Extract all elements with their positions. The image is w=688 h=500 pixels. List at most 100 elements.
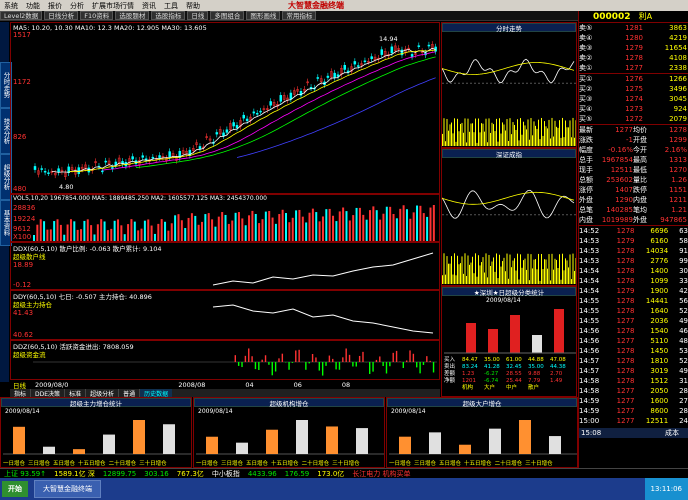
tickRows-row[interactable]: 14:54 1278 1400 30	[579, 266, 688, 276]
tab-1[interactable]: DDE决策	[31, 389, 66, 398]
infoRows-cell: 1.26	[671, 176, 687, 184]
tickRows-row[interactable]: 15:00 1277 12511 24	[579, 416, 688, 426]
sellRows-row[interactable]: 卖④ 1280 4219	[579, 33, 688, 43]
mini2-title: 深证成指	[442, 149, 576, 159]
menu-help[interactable]: 帮助	[182, 1, 204, 11]
volume-bar	[133, 221, 136, 241]
tab-5[interactable]: 历史数据	[140, 389, 173, 398]
candle-body	[259, 110, 262, 113]
buyRows-row[interactable]: 买④ 1273 924	[579, 104, 688, 114]
footer-right[interactable]: 成本	[619, 428, 679, 438]
tickRows-row[interactable]: 14:59 1277 1600 27	[579, 396, 688, 406]
footer-left[interactable]: 15:08	[579, 428, 619, 438]
indicator-2[interactable]: DDY(60,5,10) 七日: -0.507 主力持仓: 40.896 超级主…	[10, 290, 440, 340]
volume-bar	[123, 234, 126, 241]
tb-day[interactable]: 日线分析	[44, 11, 79, 20]
ind1-plot	[212, 252, 434, 286]
mini-vol	[521, 267, 523, 284]
buyRows-row[interactable]: 买② 1275 3496	[579, 84, 688, 94]
tickRows-row[interactable]: 14:56 1278 1450 53	[579, 346, 688, 356]
buyRows-cell: 买③	[579, 95, 593, 103]
menu-news[interactable]: 资讯	[138, 1, 160, 11]
menu-ext[interactable]: 扩展市场行情	[88, 1, 138, 11]
tickRows-row[interactable]: 14:57 1278 1810 52	[579, 356, 688, 366]
tickRows-row[interactable]: 14:53 1278 2776 99	[579, 256, 688, 266]
sellRows-cell: 卖④	[579, 34, 593, 42]
menu-tools[interactable]: 工具	[160, 1, 182, 11]
tickRows-cell: 14:53	[579, 247, 600, 255]
volume-bar	[73, 221, 76, 241]
infoRows-row[interactable]: 涨停 1407 跌停 1151	[579, 185, 688, 195]
tb-level2[interactable]: Level2数据	[0, 11, 43, 20]
taskbar-app[interactable]: 大智慧金融终端	[34, 480, 101, 498]
infoRows-row[interactable]: 总额 253602 量比 1.26	[579, 175, 688, 185]
mini-vol	[530, 118, 532, 146]
tickRows-row[interactable]: 14:56 1278 1540 46	[579, 326, 688, 336]
buyRows-row[interactable]: 买③ 1274 3045	[579, 94, 688, 104]
mini-chart-2[interactable]: 深证成指	[441, 148, 577, 286]
sellRows-cell: 4219	[669, 34, 687, 42]
tickRows-row[interactable]: 14:57 1278 3019 49	[579, 366, 688, 376]
tickRows-row[interactable]: 14:58 1277 2050 28	[579, 386, 688, 396]
infoRows-row[interactable]: 最新 1277 均价 1278	[579, 125, 688, 135]
tb-indicator[interactable]: 选股指标	[151, 11, 186, 20]
tb-f10[interactable]: F10资料	[80, 11, 114, 20]
menu-function[interactable]: 功能	[22, 1, 44, 11]
tickRows-row[interactable]: 14:54 1278 1099 33	[579, 276, 688, 286]
infoRows-row[interactable]: 幅度 -0.16% 今开 2.16%	[579, 145, 688, 155]
mini-vol	[475, 118, 476, 146]
tab-0[interactable]: 指标	[10, 389, 32, 398]
bottom-axis-label: 十五日增仓	[271, 461, 299, 467]
menu-analysis[interactable]: 分析	[66, 1, 88, 11]
indicator-1[interactable]: DDX(60,5,10) 散户比例: -0.063 散户累计: 9.104 超级…	[10, 242, 440, 290]
sellRows-row[interactable]: 卖③ 1279 11654	[579, 43, 688, 53]
tb-dayline[interactable]: 日线	[187, 11, 209, 20]
tab-3[interactable]: 超级分析	[86, 389, 120, 398]
infoRows-row[interactable]: 涨跌 -1 开盘 1299	[579, 135, 688, 145]
tickRows-row[interactable]: 14:53 1279 6160 58	[579, 236, 688, 246]
mini-chart-1[interactable]: 分时走势	[441, 22, 577, 148]
tickRows-cell: 33	[679, 277, 688, 285]
tickRows-row[interactable]: 14:59 1277 8600 28	[579, 406, 688, 416]
sellRows-row[interactable]: 卖② 1278 4108	[579, 53, 688, 63]
buyRows-row[interactable]: 买① 1276 1266	[579, 74, 688, 84]
tb-common[interactable]: 常用指标	[282, 11, 317, 20]
tickRows-row[interactable]: 14:52 1278 6696 63	[579, 226, 688, 236]
sellRows-row[interactable]: 卖⑤ 1281 3863	[579, 23, 688, 33]
tickRows-cell: 2776	[650, 257, 669, 265]
tickRows-row[interactable]: 14:56 1277 5110 48	[579, 336, 688, 346]
infoRows-row[interactable]: 总手 1967854 最高 1313	[579, 155, 688, 165]
mini-vol	[487, 277, 488, 284]
tickRows-row[interactable]: 14:58 1278 1512 31	[579, 376, 688, 386]
tickRows-row[interactable]: 14:53 1278 14034 91	[579, 246, 688, 256]
start-button[interactable]: 开始	[2, 481, 28, 497]
indicator-3[interactable]: DDZ(60,5,10) 活跃资金进出: 7808.059 超级资金流	[10, 340, 440, 380]
tickRows-row[interactable]: 14:55 1278 1640 52	[579, 306, 688, 316]
buyRows-row[interactable]: 买⑤ 1272 2079	[579, 114, 688, 124]
infoRows-row[interactable]: 现手 12511 最低 1270	[579, 165, 688, 175]
timeaxis-left[interactable]: 日线	[10, 380, 29, 390]
mini-chart-3[interactable]: ★深圳★日超级分类统计 2009/08/14 买入 84.47 35.00 61.00…	[441, 286, 577, 397]
infoRows-row[interactable]: 总笔 140285 笔均 1.21	[579, 205, 688, 215]
tab-4[interactable]: 普通	[119, 389, 141, 398]
mini-vol	[545, 126, 547, 146]
tab-2[interactable]: 标准	[65, 389, 87, 398]
bottom-panel-2[interactable]: 超级大户增仓 2009/08/14 一日增仓 三日增仓 五日增仓 十五日增仓 二十日增仓 三十…	[386, 397, 578, 468]
tickRows-row[interactable]: 14:55 1278 14441 56	[579, 296, 688, 306]
menu-system[interactable]: 系统	[0, 1, 22, 11]
infoRows-row[interactable]: 内盘 1019989 外盘 947865	[579, 215, 688, 225]
tb-multi[interactable]: 多图组合	[210, 11, 245, 20]
main-chart[interactable]: MA5: 10.20, 10.30 MA10: 12.3 MA20: 12.90…	[10, 22, 440, 194]
tb-topic[interactable]: 选股题材	[115, 11, 150, 20]
mini-vol	[542, 135, 544, 146]
tb-draw[interactable]: 图形画线	[246, 11, 281, 20]
infoRows-row[interactable]: 外盘 1290 内盘 1211	[579, 195, 688, 205]
menu-quote[interactable]: 报价	[44, 1, 66, 11]
bottom-panel-1[interactable]: 超级机构增仓 2009/08/14 一日增仓 三日增仓 五日增仓 十五日增仓 二十日增仓 三十…	[193, 397, 385, 468]
tickRows-row[interactable]: 14:54 1279 1900 42	[579, 286, 688, 296]
tickRows-row[interactable]: 14:55 1277 2036 49	[579, 316, 688, 326]
sellRows-row[interactable]: 卖① 1277 2338	[579, 63, 688, 73]
infoRows-cell: 幅度	[579, 146, 593, 154]
volume-bar	[261, 219, 264, 241]
bottom-panel-0[interactable]: 超级主力增仓统计 2009/08/14 一日增仓 三日增仓 五日增仓 十五日增仓 二十日增仓…	[0, 397, 192, 468]
